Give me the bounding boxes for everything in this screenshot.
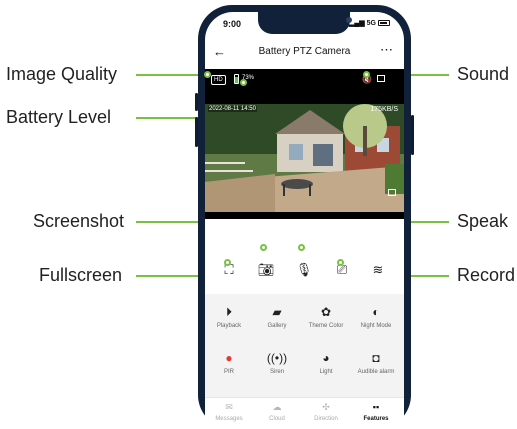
feature-audible-alarm[interactable]: ◘ Audible alarm [352,350,400,376]
feature-night-mode[interactable]: ◐ Night Mode [352,304,400,330]
tab-label: Cloud [269,416,285,422]
tab-label: Messages [215,416,243,422]
feature-label: Night Mode [360,323,392,329]
tab-cloud[interactable]: ☁ Cloud [253,402,301,422]
status-time: 9:00 [223,19,242,29]
label-battery-level: Battery Level [6,107,112,127]
title-bar: ← Battery PTZ Camera ⋯ [205,42,404,62]
pointer-dot [224,259,231,266]
night-mode-icon: ◐ [372,305,380,319]
phone-battery-icon [378,20,390,26]
pip-icon[interactable] [388,189,396,196]
tab-label: Features [363,416,389,422]
live-video-panel[interactable]: HD 73% 🔇 2022-08-11 14:50 175KB/S [205,69,404,219]
status-bar: 9:00 ▂▄▆ 5G [219,18,390,32]
pointer-dot [298,244,305,251]
image-quality-button[interactable]: HD [211,75,226,85]
signal-icon: ▂▄▆ [348,20,365,27]
feature-playback[interactable]: ⏵︎ Playback [205,304,253,330]
label-record: Record [457,265,516,285]
label-image-quality: Image Quality [6,64,118,84]
feature-siren[interactable]: ((•)) Siren [253,350,301,376]
feature-theme-color[interactable]: ✿ Theme Color [302,304,350,330]
pointer-dot [204,71,211,78]
palette-icon: ✿ [320,305,332,319]
bitrate-readout: 175KB/S [370,106,398,113]
feature-label: Playback [216,323,242,329]
feature-label: Audible alarm [357,369,395,375]
multi-view-icon[interactable] [377,75,385,82]
gallery-icon: ▰ [272,305,282,319]
feature-label: Gallery [267,323,287,329]
feature-gallery[interactable]: ▰ Gallery [253,304,301,330]
tab-direction[interactable]: ✣ Direction [302,402,350,422]
phone-side-button [195,117,198,147]
tab-features[interactable]: ▪▪ Features [352,402,400,422]
phone-mockup: 9:00 ▂▄▆ 5G ← Battery PTZ Camera ⋯ HD 73… [195,5,414,429]
pointer-dot [337,259,344,266]
siren-icon: ((•)) [266,351,288,365]
direction-icon: ✣ [322,402,330,412]
phone-side-button [411,115,414,155]
speak-microphone-icon[interactable]: 🎙︎ [294,260,314,280]
app-screen: 9:00 ▂▄▆ 5G ← Battery PTZ Camera ⋯ HD 73… [205,12,404,429]
pir-icon: ● [225,351,233,365]
feature-label: PIR [223,369,234,375]
alarm-icon: ◘ [372,351,380,365]
label-fullscreen: Fullscreen [39,265,123,285]
video-timestamp: 2022-08-11 14:50 [208,106,257,112]
page-title: Battery PTZ Camera [258,46,351,57]
tutorial-diagram: Image Quality Battery Level Screenshot F… [0,0,517,429]
tab-messages[interactable]: ✉ Messages [205,402,253,422]
feature-label: Light [319,369,333,375]
label-screenshot: Screenshot [33,211,125,231]
cloud-icon: ☁ [272,402,282,412]
pointer-dot [363,71,370,78]
pointer-dot [240,79,247,86]
feature-label: Siren [269,369,284,375]
camera-feed-image: 2022-08-11 14:50 175KB/S [205,104,404,212]
playback-icon: ⏵︎ [225,304,232,319]
mail-icon: ✉ [225,402,233,412]
label-speak: Speak [457,211,509,231]
phone-side-button [195,93,198,111]
light-icon: ◕ [322,351,330,365]
feature-label: Theme Color [308,323,344,329]
more-options-icon[interactable]: ⋯ [380,42,394,58]
tab-label: Direction [314,416,338,422]
label-sound: Sound [457,64,510,84]
feature-light[interactable]: ◕ Light [302,350,350,376]
collapse-chevron-icon[interactable]: ≋ [368,260,388,280]
network-label: 5G [366,19,376,27]
pointer-dot [260,244,267,251]
bottom-tab-bar: ✉ Messages ☁ Cloud ✣ Direction ▪▪ Featur… [205,397,404,429]
feature-grid: ⏵︎ Playback ▰ Gallery ✿ Theme Color ◐ Ni… [205,294,404,397]
video-control-bar: ⛶ 📷︎ 🎙︎ ⎚ ≋ [205,250,404,294]
camera-battery-icon [234,74,239,84]
screenshot-camera-icon[interactable]: 📷︎ [256,260,276,280]
grid-icon: ▪▪ [372,402,380,412]
feature-pir[interactable]: ● PIR [205,350,253,376]
